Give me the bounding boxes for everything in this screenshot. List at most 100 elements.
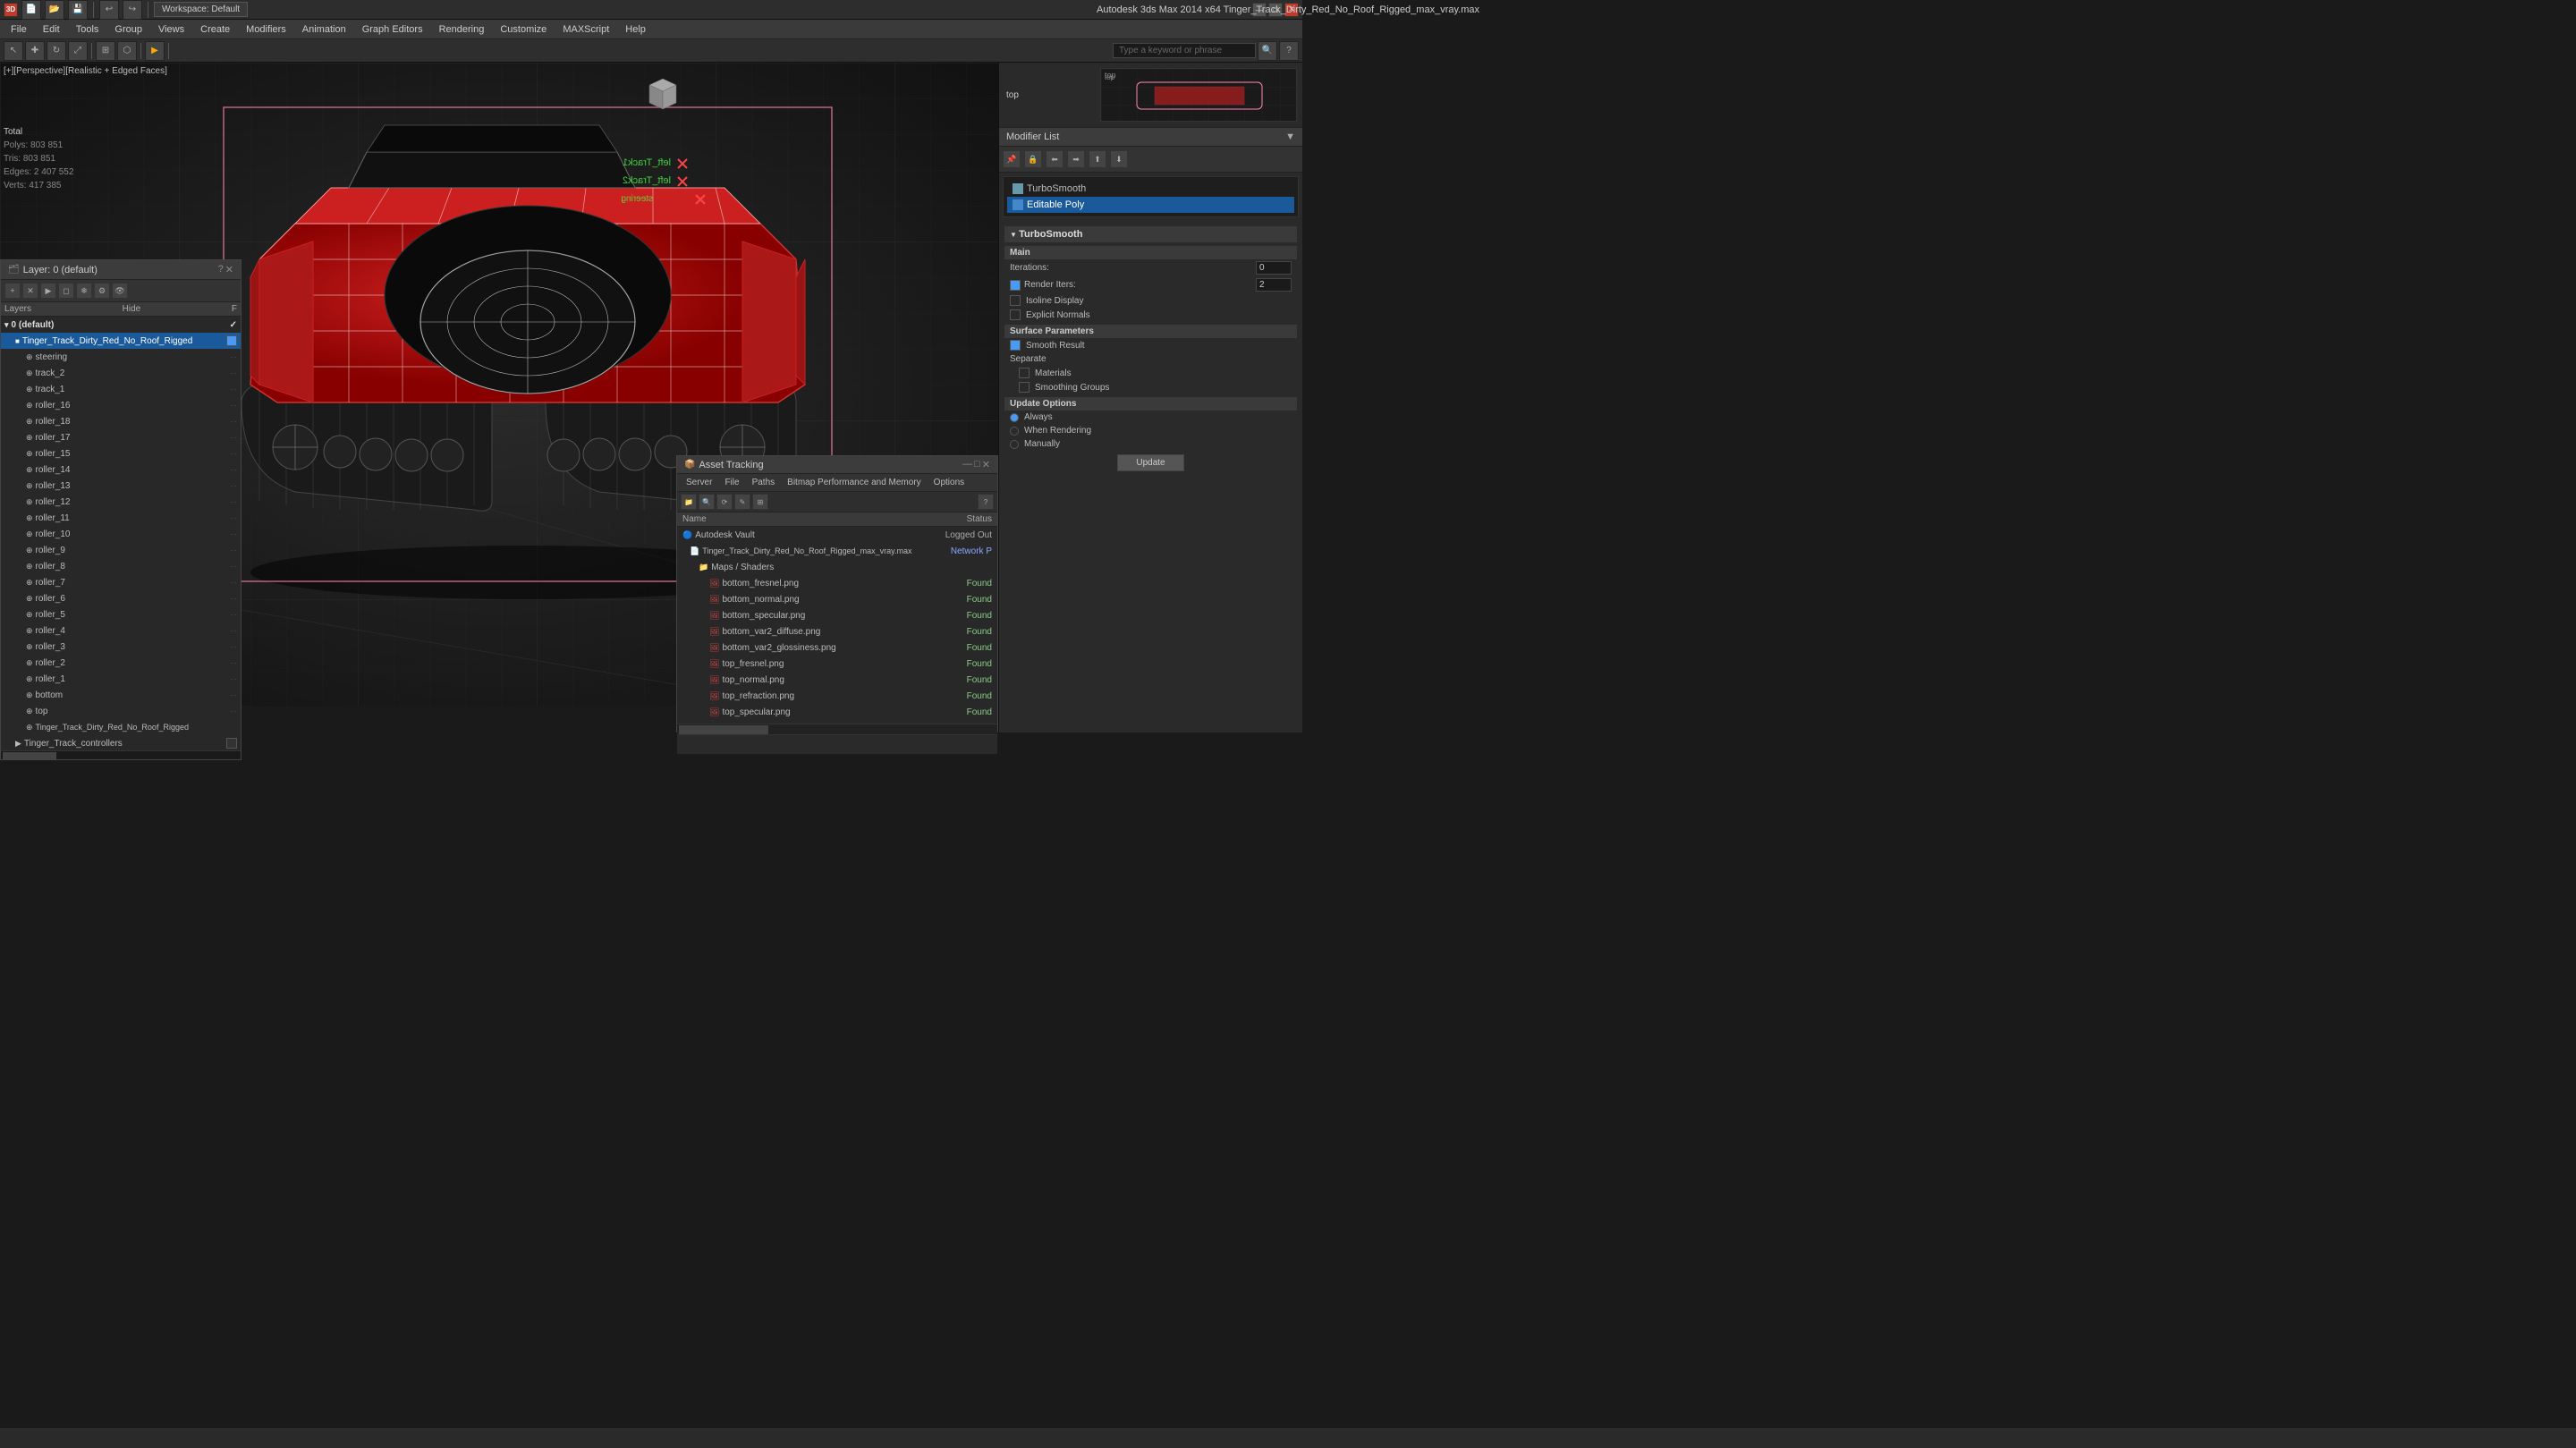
asset-top-normal[interactable]: 🖼 top_normal.png Found <box>677 672 997 688</box>
render-btn[interactable]: ▶ <box>145 41 165 61</box>
stack-turbosmooth[interactable]: TurboSmooth <box>1007 181 1294 197</box>
asset-resize-btn[interactable]: □ <box>974 459 980 470</box>
layer-item-roller15[interactable]: ⊕roller_15··· <box>1 445 241 461</box>
viewport-cube[interactable] <box>640 72 685 116</box>
layer-item-track1[interactable]: ⊕track_1··· <box>1 381 241 397</box>
menu-maxscript[interactable]: MAXScript <box>555 22 616 37</box>
layer-item-roller7[interactable]: ⊕roller_7··· <box>1 574 241 590</box>
layer-item-roller12[interactable]: ⊕roller_12··· <box>1 494 241 510</box>
asset-menu-file[interactable]: File <box>719 476 744 489</box>
layer-freeze-btn[interactable]: ❄ <box>76 283 92 299</box>
layer-item-roller9[interactable]: ⊕roller_9··· <box>1 542 241 558</box>
layer-item-steering[interactable]: ⊕steering··· <box>1 349 241 365</box>
asset-tool-5[interactable]: ⊞ <box>752 494 768 510</box>
layer-item-roller3[interactable]: ⊕roller_3··· <box>1 639 241 655</box>
workspace-dropdown[interactable]: Workspace: Default <box>154 2 248 17</box>
layers-close-btn[interactable]: ✕ <box>225 264 233 275</box>
asset-bottom-var2-diffuse[interactable]: 🖼 bottom_var2_diffuse.png Found <box>677 623 997 639</box>
isoline-checkbox[interactable] <box>1010 295 1021 306</box>
layer-item-roller18[interactable]: ⊕roller_18··· <box>1 413 241 429</box>
menu-group[interactable]: Group <box>107 22 149 37</box>
menu-tools[interactable]: Tools <box>69 22 106 37</box>
asset-bottom-fresnel[interactable]: 🖼 bottom_fresnel.png Found <box>677 575 997 591</box>
layers-help-btn[interactable]: ? <box>218 264 224 275</box>
layer-add-object-btn[interactable]: ▶ <box>40 283 56 299</box>
turbosmooth-title[interactable]: TurboSmooth <box>1004 226 1297 242</box>
asset-bottom-var2-glossiness[interactable]: 🖼 bottom_var2_glossiness.png Found <box>677 639 997 656</box>
scale-tool[interactable]: ⤢ <box>68 41 88 61</box>
layer-hide-btn[interactable]: 👁 <box>112 283 128 299</box>
menu-create[interactable]: Create <box>193 22 237 37</box>
layer-item-roller10[interactable]: ⊕roller_10··· <box>1 526 241 542</box>
snap-tool[interactable]: ⊞ <box>96 41 115 61</box>
asset-tool-6[interactable]: ? <box>978 494 994 510</box>
tb-open[interactable]: 📂 <box>45 0 64 20</box>
asset-top-specular[interactable]: 🖼 top_specular.png Found <box>677 704 997 720</box>
manually-radio[interactable] <box>1010 440 1019 449</box>
menu-modifiers[interactable]: Modifiers <box>239 22 293 37</box>
layer-settings-btn[interactable]: ⚙ <box>94 283 110 299</box>
asset-menu-options[interactable]: Options <box>928 476 970 489</box>
asset-bottom-specular[interactable]: 🖼 bottom_specular.png Found <box>677 607 997 623</box>
asset-menu-paths[interactable]: Paths <box>747 476 781 489</box>
menu-animation[interactable]: Animation <box>295 22 353 37</box>
menu-rendering[interactable]: Rendering <box>432 22 492 37</box>
layer-select-btn[interactable]: ◻ <box>58 283 74 299</box>
tb-save[interactable]: 💾 <box>68 0 88 20</box>
pin-btn[interactable]: 📌 <box>1003 150 1021 168</box>
render-iters-input[interactable] <box>1256 278 1292 292</box>
always-radio[interactable] <box>1010 413 1019 422</box>
materials-checkbox[interactable] <box>1019 368 1030 378</box>
help-btn[interactable]: ? <box>1279 41 1299 61</box>
search-btn[interactable]: 🔍 <box>1258 41 1277 61</box>
asset-top-var2-diffuse[interactable]: 🖼 top_var2_diffuse.png Found <box>677 720 997 724</box>
layer-item-tinger-main[interactable]: ⊕Tinger_Track_Dirty_Red_No_Roof_Rigged <box>1 719 241 735</box>
move-tool[interactable]: ✚ <box>25 41 45 61</box>
asset-max-file[interactable]: 📄 Tinger_Track_Dirty_Red_No_Roof_Rigged_… <box>677 543 997 559</box>
layer-item-roller4[interactable]: ⊕roller_4··· <box>1 622 241 639</box>
layer-item-roller17[interactable]: ⊕roller_17··· <box>1 429 241 445</box>
layer-item-roller16[interactable]: ⊕roller_16··· <box>1 397 241 413</box>
asset-menu-server[interactable]: Server <box>681 476 717 489</box>
menu-graph editors[interactable]: Graph Editors <box>355 22 430 37</box>
update-button[interactable]: Update <box>1117 454 1183 471</box>
asset-tool-1[interactable]: 📁 <box>681 494 697 510</box>
select-tool[interactable]: ↖ <box>4 41 23 61</box>
explicit-normals-checkbox[interactable] <box>1010 309 1021 320</box>
modifier-dropdown-arrow[interactable]: ▼ <box>1285 131 1295 142</box>
menu-file[interactable]: File <box>4 22 34 37</box>
menu-customize[interactable]: Customize <box>493 22 554 37</box>
asset-menu-bitmap[interactable]: Bitmap Performance and Memory <box>782 476 927 489</box>
layer-add-btn[interactable]: + <box>4 283 21 299</box>
asset-tool-3[interactable]: ⟳ <box>716 494 733 510</box>
smoothing-groups-checkbox[interactable] <box>1019 382 1030 393</box>
layer-item-tinger-rigged[interactable]: ■ Tinger_Track_Dirty_Red_No_Roof_Rigged <box>1 333 241 349</box>
layer-item-track2[interactable]: ⊕track_2··· <box>1 365 241 381</box>
nav1[interactable]: ⬅ <box>1046 150 1063 168</box>
layer-item-roller11[interactable]: ⊕roller_11··· <box>1 510 241 526</box>
nav3[interactable]: ⬆ <box>1089 150 1106 168</box>
asset-bottom-normal[interactable]: 🖼 bottom_normal.png Found <box>677 591 997 607</box>
rotate-tool[interactable]: ↻ <box>47 41 66 61</box>
lock-btn[interactable]: 🔒 <box>1024 150 1042 168</box>
asset-scrollbar[interactable] <box>677 724 997 734</box>
nav2[interactable]: ➡ <box>1067 150 1085 168</box>
asset-tool-4[interactable]: ✎ <box>734 494 750 510</box>
stack-editable-poly[interactable]: Editable Poly <box>1007 197 1294 213</box>
asset-top-fresnel[interactable]: 🖼 top_fresnel.png Found <box>677 656 997 672</box>
layer-item-roller5[interactable]: ⊕roller_5··· <box>1 606 241 622</box>
menu-help[interactable]: Help <box>618 22 653 37</box>
smooth-result-checkbox[interactable] <box>1010 340 1021 351</box>
layer-item-roller6[interactable]: ⊕roller_6··· <box>1 590 241 606</box>
asset-minimize-btn[interactable]: — <box>962 459 972 470</box>
layer-item-roller13[interactable]: ⊕roller_13··· <box>1 478 241 494</box>
layer-item-roller14[interactable]: ⊕roller_14··· <box>1 461 241 478</box>
render-iters-checkbox[interactable] <box>1010 280 1021 291</box>
layers-list[interactable]: ▾ 0 (default) ✓ ■ Tinger_Track_Dirty_Red… <box>1 317 241 750</box>
nav4[interactable]: ⬇ <box>1110 150 1128 168</box>
layer-item-roller8[interactable]: ⊕roller_8··· <box>1 558 241 574</box>
asset-top-refraction[interactable]: 🖼 top_refraction.png Found <box>677 688 997 704</box>
asset-close-btn[interactable]: ✕ <box>982 459 990 470</box>
menu-views[interactable]: Views <box>151 22 191 37</box>
layer-item-controllers[interactable]: ▶ Tinger_Track_controllers <box>1 735 241 750</box>
